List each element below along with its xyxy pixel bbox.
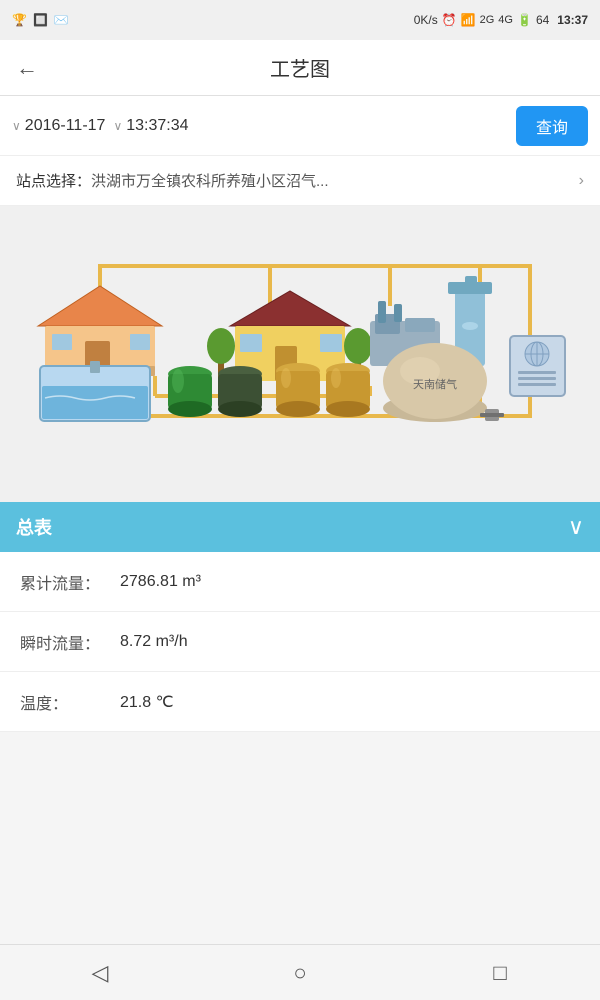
data-row-instant: 瞬时流量： 8.72 m³/h — [0, 612, 600, 672]
back-button[interactable]: ← — [16, 55, 38, 81]
station-bar[interactable]: 站点选择： 洪湖市万全镇农科所养殖小区沼气... › — [0, 156, 600, 206]
status-bar: 🏆 🔲 ✉️ 0K/s ⏰ 📶 2G 4G 🔋 64 13:37 — [0, 0, 600, 40]
flow-label: 累计流量： — [20, 570, 120, 594]
temp-label: 温度： — [20, 690, 120, 714]
diagram-canvas: 天南储气 — [20, 226, 580, 466]
bottom-nav: ◁ ○ □ — [0, 944, 600, 1000]
notification-icon1: 🏆 — [12, 13, 27, 27]
date-picker[interactable]: ∨ 2016-11-17 — [12, 117, 105, 135]
header: ← 工艺图 — [0, 40, 600, 96]
process-diagram-section: 天南储气 — [0, 206, 600, 486]
station-prefix: 站点选择： — [16, 170, 91, 191]
data-row-temp: 温度： 21.8 ℃ — [0, 672, 600, 732]
filter-bar: ∨ 2016-11-17 ∨ 13:37:34 查询 — [0, 96, 600, 156]
clock-icon: ⏰ — [442, 13, 457, 27]
notification-icon2: 🔲 — [33, 13, 48, 27]
summary-chevron-icon[interactable]: ∨ — [568, 514, 584, 540]
time-chevron-icon: ∨ — [113, 119, 122, 133]
date-value: 2016-11-17 — [25, 117, 106, 135]
process-diagram-svg: 天南储气 — [20, 226, 580, 466]
status-right: 0K/s ⏰ 📶 2G 4G 🔋 64 13:37 — [414, 13, 588, 27]
nav-recent-button[interactable]: □ — [475, 948, 525, 998]
gap-section — [0, 486, 600, 502]
nav-home-button[interactable]: ○ — [275, 948, 325, 998]
time-display: 13:37 — [557, 13, 588, 27]
nav-back-button[interactable]: ◁ — [75, 948, 125, 998]
wifi-icon: 📶 — [461, 13, 476, 27]
data-section: 累计流量： 2786.81 m³ 瞬时流量： 8.72 m³/h 温度： 21.… — [0, 552, 600, 732]
data-row-flow: 累计流量： 2786.81 m³ — [0, 552, 600, 612]
summary-header: 总表 ∨ — [0, 502, 600, 552]
signal-2g: 2G — [480, 14, 495, 26]
speed-label: 0K/s — [414, 13, 438, 27]
time-value: 13:37:34 — [126, 117, 188, 135]
instant-label: 瞬时流量： — [20, 630, 120, 654]
date-chevron-icon: ∨ — [12, 119, 21, 133]
query-button[interactable]: 查询 — [516, 106, 588, 146]
instant-value: 8.72 m³/h — [120, 633, 188, 651]
signal-4g: 4G — [498, 14, 513, 26]
svg-text:天南储气: 天南储气 — [413, 377, 457, 391]
flow-value: 2786.81 m³ — [120, 573, 201, 591]
temp-value: 21.8 ℃ — [120, 692, 174, 712]
summary-title: 总表 — [16, 514, 52, 540]
time-picker[interactable]: ∨ 13:37:34 — [113, 117, 188, 135]
station-arrow-icon: › — [579, 172, 584, 190]
station-name: 洪湖市万全镇农科所养殖小区沼气... — [91, 170, 579, 191]
battery-icon: 🔋 — [517, 13, 532, 27]
status-left: 🏆 🔲 ✉️ — [12, 13, 69, 27]
battery-level: 64 — [536, 13, 549, 27]
notification-icon3: ✉️ — [54, 13, 69, 27]
page-title: 工艺图 — [270, 53, 330, 82]
